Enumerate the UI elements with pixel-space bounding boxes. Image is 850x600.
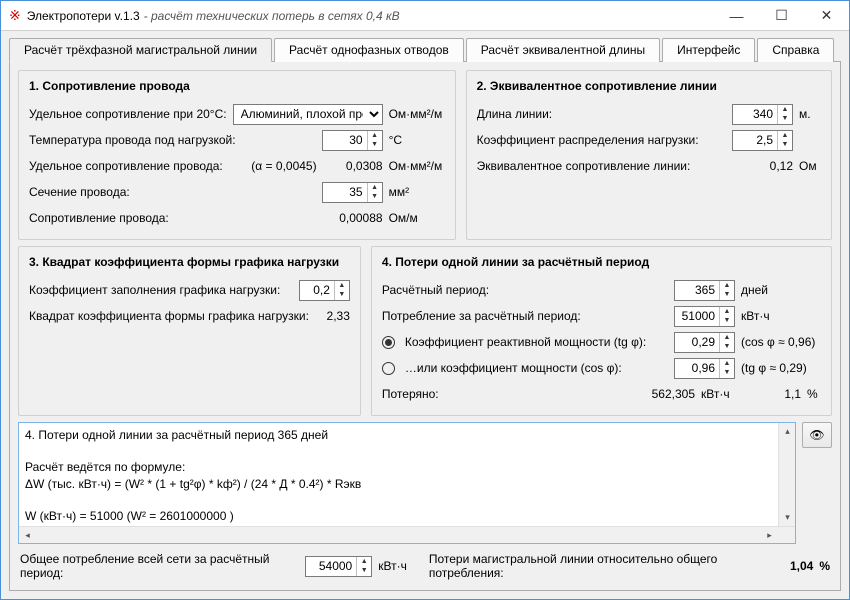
window-title: Электропотери v.1.3 [27,9,140,23]
r20-label: Удельное сопротивление при 20°С: [29,107,227,121]
req-label: Эквивалентное сопротивление линии: [477,159,737,173]
period-unit: дней [741,283,821,297]
tg-note: (cos φ ≈ 0,96) [741,335,821,349]
req-value: 0,12 [743,159,793,173]
r20-unit: Ом·мм²/м [389,107,445,121]
kr-spinner[interactable]: ▲▼ [732,130,793,151]
lost-value: 562,305 [645,387,695,401]
group4-title: 4. Потери одной линии за расчётный перио… [382,255,821,269]
period-label: Расчётный период: [382,283,668,297]
tab-main-line[interactable]: Расчёт трёхфазной магистральной линии [9,38,272,62]
sect-unit: мм² [389,185,445,199]
maximize-button[interactable]: ☐ [759,1,804,30]
cons-unit: кВт·ч [741,309,821,323]
rud-unit: Ом·мм²/м [389,159,445,173]
radio-tg[interactable] [382,336,395,349]
radio-cos[interactable] [382,362,395,375]
len-spinner[interactable]: ▲▼ [732,104,793,125]
scroll-right-icon[interactable]: ▸ [761,527,778,544]
tab-equiv-length[interactable]: Расчёт эквивалентной длины [466,38,660,62]
tab-help[interactable]: Справка [757,38,834,62]
kf2-value: 2,33 [316,309,350,323]
lost-unit: кВт·ч [701,387,741,401]
cos-label[interactable]: …или коэффициент мощности (cos φ): [405,361,668,375]
group-equiv-resistance: 2. Эквивалентное сопротивление линии Дли… [466,70,832,240]
tab-strip: Расчёт трёхфазной магистральной линии Ра… [1,31,849,61]
calc-log-text: 4. Потери одной линии за расчётный перио… [19,423,778,526]
rwire-unit: Ом/м [389,211,445,225]
cons-spinner[interactable]: ▲▼ [674,306,735,327]
tg-spinner[interactable]: ▲▼ [674,332,735,353]
scrollbar-vertical[interactable]: ▴ ▾ [778,423,795,526]
group-wire-resistance: 1. Сопротивление провода Удельное сопрот… [18,70,456,240]
lost-pct: 1,1 [777,387,801,401]
scroll-down-icon[interactable]: ▾ [779,509,796,526]
group-load-form: 3. Квадрат коэффициента формы графика на… [18,246,361,416]
total-spinner[interactable]: ▲▼ [305,556,372,577]
close-button[interactable]: ✕ [804,1,849,30]
rud-value: 0,0308 [333,159,383,173]
tg-label[interactable]: Коэффициент реактивной мощности (tg φ): [405,335,668,349]
total-unit: кВт·ч [378,559,407,573]
cons-label: Потребление за расчётный период: [382,309,668,323]
group-line-losses: 4. Потери одной линии за расчётный перио… [371,246,832,416]
scroll-left-icon[interactable]: ◂ [19,527,36,544]
len-unit: м. [799,107,821,121]
minimize-button[interactable]: — [714,1,759,30]
scrollbar-horizontal[interactable]: ◂ ▸ [19,526,795,543]
temp-label: Температура провода под нагрузкой: [29,133,316,147]
temp-unit: °С [389,133,445,147]
len-label: Длина линии: [477,107,726,121]
total-label: Общее потребление всей сети за расчётный… [20,552,299,580]
lost-label: Потеряно: [382,387,639,401]
req-unit: Ом [799,159,821,173]
sect-spinner[interactable]: ▲▼ [322,182,383,203]
rel-label: Потери магистральной линии относительно … [429,552,778,580]
kr-label: Коэффициент распределения нагрузки: [477,133,726,147]
rud-label: Удельное сопротивление провода: [29,159,245,173]
kf2-label: Квадрат коэффициента формы графика нагру… [29,309,310,323]
kz-label: Коэффициент заполнения графика нагрузки: [29,283,293,297]
alpha-text: (α = 0,0045) [251,159,316,173]
group3-title: 3. Квадрат коэффициента формы графика на… [29,255,350,269]
sect-label: Сечение провода: [29,185,316,199]
rel-unit: % [819,559,830,573]
r20-select[interactable]: Алюминий, плохой прово [233,104,383,125]
cos-note: (tg φ ≈ 0,29) [741,361,821,375]
pct-unit: % [807,387,821,401]
period-spinner[interactable]: ▲▼ [674,280,735,301]
rel-value: 1,04 [790,559,813,573]
eye-icon: 👁 [809,428,824,442]
calc-log[interactable]: 4. Потери одной линии за расчётный перио… [18,422,796,544]
group2-title: 2. Эквивалентное сопротивление линии [477,79,821,93]
tab-single-phase[interactable]: Расчёт однофазных отводов [274,38,464,62]
rwire-label: Сопротивление провода: [29,211,327,225]
view-button[interactable]: 👁 [802,422,832,448]
titlebar: ※ Электропотери v.1.3 - расчёт техническ… [1,1,849,31]
temp-spinner[interactable]: ▲▼ [322,130,383,151]
window-subtitle: - расчёт технических потерь в сетях 0,4 … [144,9,400,23]
kz-spinner[interactable]: ▲▼ [299,280,350,301]
cos-spinner[interactable]: ▲▼ [674,358,735,379]
rwire-value: 0,00088 [333,211,383,225]
tab-interface[interactable]: Интерфейс [662,38,755,62]
summary-bar: Общее потребление всей сети за расчётный… [18,550,832,582]
app-icon: ※ [9,7,21,24]
group1-title: 1. Сопротивление провода [29,79,445,93]
app-window: ※ Электропотери v.1.3 - расчёт техническ… [0,0,850,600]
tab-body: 1. Сопротивление провода Удельное сопрот… [9,61,841,591]
scroll-up-icon[interactable]: ▴ [779,423,796,440]
